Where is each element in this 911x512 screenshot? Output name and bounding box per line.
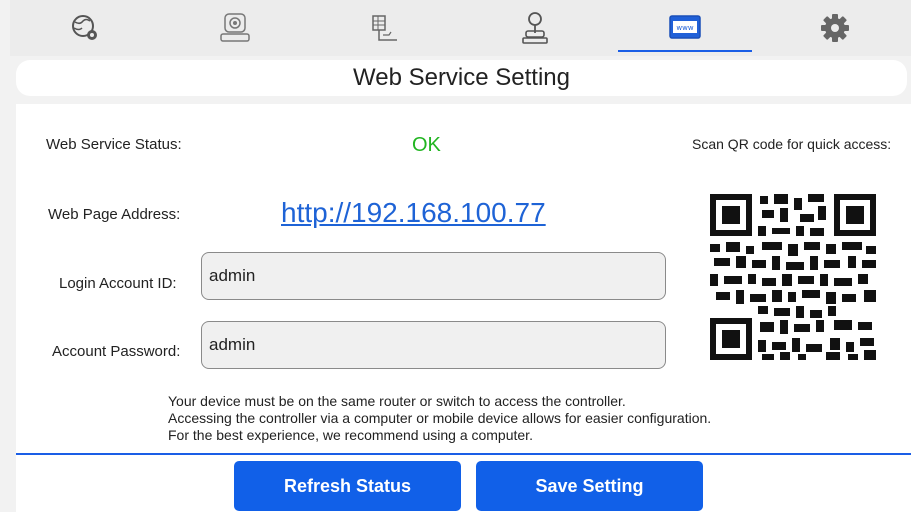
notice-line: Your device must be on the same router o… [168,393,626,409]
login-account-id-label: Login Account ID: [59,275,177,292]
qr-caption: Scan QR code for quick access: [692,136,892,152]
tab-joystick[interactable] [460,0,610,56]
account-password-field[interactable]: admin [201,321,666,369]
save-setting-button[interactable]: Save Setting [476,461,703,511]
tab-web-service[interactable]: www [610,0,760,56]
web-service-panel: Web Service Status: OK Scan QR code for … [16,104,911,512]
notice-line: For the best experience, we recommend us… [168,427,533,443]
divider [16,453,911,455]
ptz-camera-icon [220,13,250,42]
web-service-status-label: Web Service Status: [46,136,182,153]
tab-control-panel[interactable] [310,0,460,56]
svg-text:www: www [676,24,693,32]
joystick-icon [522,12,548,44]
tab-ptz-camera[interactable] [160,0,310,56]
notice-text: Your device must be on the same router o… [168,393,711,444]
control-panel-icon [372,15,397,41]
gear-icon [821,14,849,42]
network-settings-icon [72,15,97,40]
refresh-status-button[interactable]: Refresh Status [234,461,461,511]
notice-line: Accessing the controller via a computer … [168,410,712,426]
web-page-address-link[interactable]: http://192.168.100.77 [281,197,546,229]
page-title: Web Service Setting [353,64,570,91]
web-service-icon: www [669,15,701,39]
top-navigation: www [10,0,911,56]
qr-code [708,192,878,362]
tab-settings[interactable] [760,0,910,56]
account-password-label: Account Password: [52,343,181,360]
web-page-address-label: Web Page Address: [48,206,181,223]
tab-network-settings[interactable] [10,0,160,56]
web-service-status-value: OK [412,134,441,156]
page-title-bar: Web Service Setting [16,60,907,96]
login-account-id-field[interactable]: admin [201,252,666,300]
